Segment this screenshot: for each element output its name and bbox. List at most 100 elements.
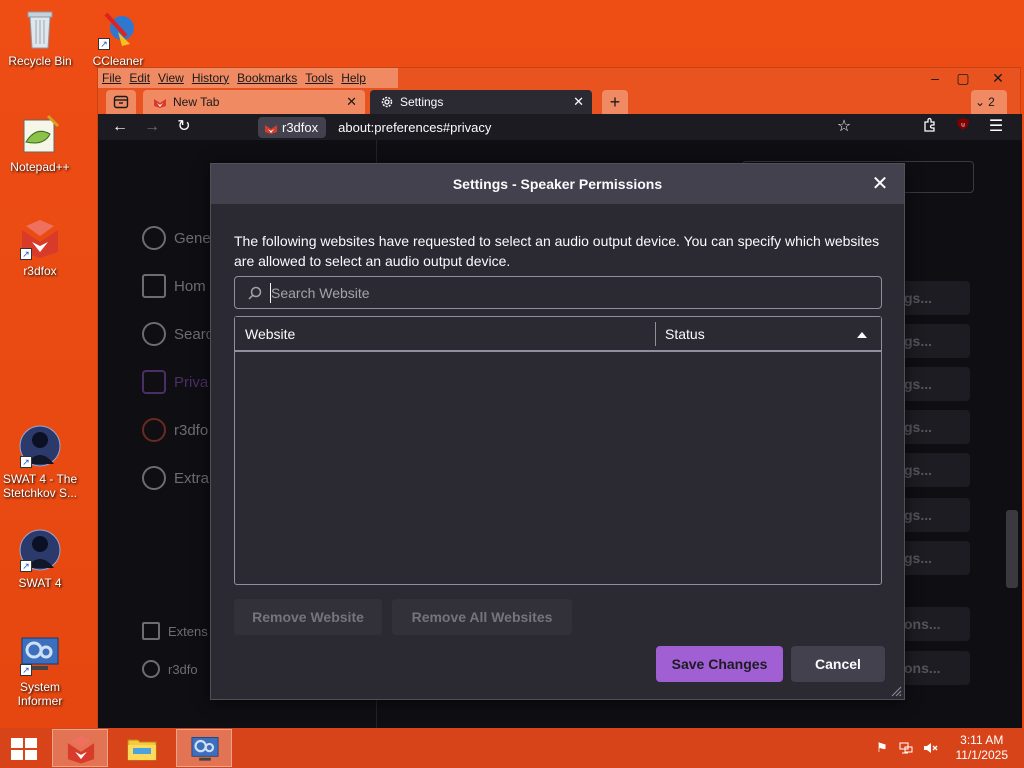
search-icon bbox=[142, 322, 166, 346]
desktop-icon-r3dfox[interactable]: ↗ r3dfox bbox=[0, 216, 80, 278]
sidebar-item-home[interactable]: Hom bbox=[142, 274, 206, 298]
sidebar-item-r3dfox[interactable]: r3dfo bbox=[142, 418, 208, 442]
identity-label: r3dfox bbox=[282, 119, 319, 135]
sidebar-item-label: Extens bbox=[168, 623, 208, 639]
exceptions-button[interactable]: ons... bbox=[898, 607, 970, 641]
exceptions-button[interactable]: ons... bbox=[898, 651, 970, 685]
close-tab-icon[interactable]: ✕ bbox=[573, 94, 584, 110]
firefox-view-button[interactable] bbox=[106, 90, 136, 114]
sidebar-item-label: Searc bbox=[174, 325, 214, 343]
desktop-icon-swat4-stetchkov[interactable]: ↗ SWAT 4 - The Stetchkov S... bbox=[0, 424, 80, 500]
folder-icon bbox=[127, 739, 157, 761]
taskbar-system-informer-button[interactable] bbox=[176, 729, 232, 767]
sidebar-item-extra[interactable]: Extra bbox=[142, 466, 209, 490]
star-icon: ☆ bbox=[836, 118, 852, 135]
settings-button[interactable]: gs... bbox=[898, 541, 970, 575]
page-scrollbar[interactable] bbox=[1006, 510, 1018, 588]
taskbar-file-explorer-button[interactable] bbox=[114, 729, 170, 767]
cancel-button[interactable]: Cancel bbox=[791, 646, 885, 682]
desktop-icon-recycle-bin[interactable]: Recycle Bin bbox=[0, 6, 80, 68]
url-text: about:preferences#privacy bbox=[338, 119, 492, 135]
website-search-input[interactable] bbox=[271, 281, 871, 305]
settings-button[interactable]: gs... bbox=[898, 498, 970, 532]
url-bar[interactable]: r3dfox about:preferences#privacy bbox=[258, 115, 818, 139]
table-header: Website Status bbox=[235, 317, 881, 352]
shortcut-arrow-icon: ↗ bbox=[20, 560, 32, 572]
menu-edit[interactable]: Edit bbox=[125, 68, 154, 88]
close-tab-icon[interactable]: ✕ bbox=[346, 94, 357, 110]
windows-start-icon[interactable] bbox=[10, 737, 38, 761]
clock-date: 11/1/2025 bbox=[955, 748, 1009, 762]
menu-bar: File Edit View History Bookmarks Tools H… bbox=[98, 68, 398, 88]
reload-button[interactable]: ↻ bbox=[174, 117, 194, 137]
network-icon[interactable] bbox=[898, 740, 914, 756]
new-tab-button[interactable]: + bbox=[602, 90, 628, 114]
volume-muted-icon[interactable] bbox=[922, 740, 938, 756]
remove-all-websites-button[interactable]: Remove All Websites bbox=[392, 599, 572, 635]
settings-button[interactable]: gs... bbox=[898, 367, 970, 401]
column-header-status[interactable]: Status bbox=[655, 317, 881, 350]
dialog-body: The following websites have requested to… bbox=[222, 213, 894, 691]
sidebar-item-privacy[interactable]: Priva bbox=[142, 370, 208, 394]
sidebar-item-general[interactable]: Gene bbox=[142, 226, 211, 250]
lock-icon bbox=[142, 370, 166, 394]
save-changes-button[interactable]: Save Changes bbox=[656, 646, 783, 682]
desktop-icon-swat4[interactable]: ↗ SWAT 4 bbox=[0, 528, 80, 590]
ublock-shield-icon: u bbox=[957, 118, 969, 130]
extensions-button[interactable] bbox=[920, 117, 940, 137]
reload-icon: ↻ bbox=[177, 118, 191, 135]
menu-tools[interactable]: Tools bbox=[301, 68, 337, 88]
bookmark-star-button[interactable]: ☆ bbox=[834, 117, 854, 137]
menu-history[interactable]: History bbox=[188, 68, 233, 88]
settings-button[interactable]: gs... bbox=[898, 410, 970, 444]
table-body bbox=[235, 352, 881, 584]
r3dfox-icon bbox=[142, 418, 166, 442]
recycle-bin-icon bbox=[18, 6, 62, 50]
desktop-icon-notepad-plus-plus[interactable]: Notepad++ bbox=[0, 112, 80, 174]
desktop-icon-ccleaner[interactable]: ↗ CCleaner bbox=[78, 6, 158, 68]
tab-new-tab[interactable]: New Tab ✕ bbox=[143, 90, 365, 114]
close-window-button[interactable]: ✕ bbox=[983, 68, 1013, 88]
app-menu-button[interactable]: ☰ bbox=[986, 117, 1006, 137]
r3dfox-icon: ↗ bbox=[18, 216, 62, 260]
settings-button[interactable]: gs... bbox=[898, 281, 970, 315]
back-button[interactable]: ← bbox=[110, 117, 130, 137]
sidebar-item-support[interactable]: r3dfo bbox=[142, 660, 198, 678]
desktop-icon-label: SWAT 4 - The Stetchkov S... bbox=[2, 472, 78, 500]
resize-grip-icon[interactable] bbox=[890, 685, 902, 697]
action-center-flag-icon[interactable]: ⚑ bbox=[874, 740, 890, 756]
dialog-title: Settings - Speaker Permissions bbox=[211, 164, 904, 204]
tab-settings[interactable]: Settings ✕ bbox=[370, 90, 592, 114]
menu-help[interactable]: Help bbox=[337, 68, 370, 88]
column-header-website[interactable]: Website bbox=[235, 317, 655, 350]
desktop-icon-label: Recycle Bin bbox=[8, 54, 72, 68]
remove-website-button[interactable]: Remove Website bbox=[234, 599, 382, 635]
back-arrow-icon: ← bbox=[112, 118, 128, 135]
menu-view[interactable]: View bbox=[154, 68, 188, 88]
list-all-tabs-button[interactable]: ⌄ 2 bbox=[971, 90, 1007, 114]
taskbar-r3dfox-button[interactable] bbox=[52, 729, 108, 767]
identity-box[interactable]: r3dfox bbox=[258, 116, 327, 138]
r3dfox-icon bbox=[265, 124, 277, 134]
desktop-icon-label: System Informer bbox=[17, 680, 63, 708]
settings-button[interactable]: gs... bbox=[898, 324, 970, 358]
menu-file[interactable]: File bbox=[98, 68, 125, 88]
dialog-close-button[interactable]: ✕ bbox=[868, 172, 892, 196]
r3dfox-icon bbox=[154, 99, 166, 108]
ublock-origin-button[interactable]: u bbox=[953, 117, 973, 137]
swat-soldier-icon: ↗ bbox=[18, 528, 62, 572]
sort-ascending-icon bbox=[857, 332, 867, 338]
sidebar-item-extensions[interactable]: Extens bbox=[142, 622, 208, 640]
search-icon bbox=[248, 286, 262, 300]
forward-button[interactable]: → bbox=[142, 117, 162, 137]
sidebar-item-label: Extra bbox=[174, 469, 210, 487]
minimize-button[interactable]: – bbox=[920, 68, 950, 88]
settings-button[interactable]: gs... bbox=[898, 453, 970, 487]
desktop-icon-system-informer[interactable]: ↗ System Informer bbox=[0, 632, 80, 708]
maximize-button[interactable]: ▢ bbox=[948, 68, 978, 88]
taskbar-clock[interactable]: 3:11 AM 11/1/2025 bbox=[956, 733, 1009, 763]
sidebar-item-search[interactable]: Searc bbox=[142, 322, 213, 346]
clock-time: 3:11 AM bbox=[960, 733, 1004, 747]
menu-bookmarks[interactable]: Bookmarks bbox=[233, 68, 301, 88]
website-search-box[interactable] bbox=[234, 276, 882, 309]
